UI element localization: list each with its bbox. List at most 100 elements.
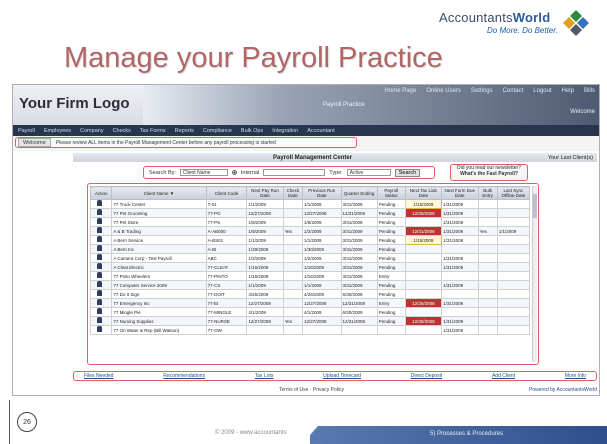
last-clients-link[interactable]: Your Last Client(s) bbox=[548, 155, 593, 161]
menu-item[interactable]: Company bbox=[80, 128, 104, 134]
row-action-cell[interactable] bbox=[89, 217, 113, 227]
menu-item[interactable]: Payroll bbox=[18, 128, 35, 134]
edit-client-icon[interactable] bbox=[97, 209, 102, 215]
row-action-cell[interactable] bbox=[89, 262, 113, 272]
footer-link[interactable]: Recommendations bbox=[163, 373, 205, 379]
row-action-cell[interactable] bbox=[89, 298, 113, 308]
header-link[interactable]: Home Page bbox=[385, 88, 417, 94]
edit-client-icon[interactable] bbox=[97, 200, 102, 206]
row-action-cell[interactable] bbox=[89, 307, 113, 317]
table-cell bbox=[496, 235, 531, 245]
table-row: 77 Pet Grooming 77-PG 12/27/2008 12/27/2008… bbox=[89, 208, 531, 218]
table-cell[interactable]: 77 Computer Service 2009 bbox=[111, 280, 207, 290]
search-input[interactable] bbox=[263, 169, 326, 176]
table-cell[interactable]: A & B Trading bbox=[111, 226, 207, 236]
edit-client-icon[interactable] bbox=[97, 272, 102, 278]
column-header[interactable]: Bulk Entry bbox=[477, 186, 498, 200]
row-action-cell[interactable] bbox=[89, 226, 113, 236]
table-cell[interactable]: 77 Truck Center bbox=[111, 199, 207, 209]
column-header[interactable]: Next Pay Run Date bbox=[246, 186, 284, 200]
footer-link[interactable]: Files Needed bbox=[84, 373, 113, 379]
type-select[interactable]: Active bbox=[346, 169, 391, 176]
edit-client-icon[interactable] bbox=[97, 236, 102, 242]
menu-item[interactable]: Accountant bbox=[307, 128, 335, 134]
edit-client-icon[interactable] bbox=[97, 218, 102, 224]
table-cell: 1/31/2009 bbox=[441, 235, 479, 245]
grid-scrollbar[interactable] bbox=[532, 186, 537, 362]
edit-client-icon[interactable] bbox=[97, 308, 102, 314]
table-cell[interactable]: 77 Nursing Supplies bbox=[111, 316, 207, 326]
search-field-select[interactable]: Client Name bbox=[179, 169, 228, 176]
footer-link[interactable]: More Info bbox=[565, 373, 586, 379]
row-action-cell[interactable] bbox=[89, 244, 113, 254]
row-action-cell[interactable] bbox=[89, 271, 113, 281]
row-action-cell[interactable] bbox=[89, 199, 113, 209]
table-cell[interactable]: 77 Do It Sign bbox=[111, 289, 207, 299]
header-link[interactable]: Settings bbox=[471, 88, 493, 94]
row-action-cell[interactable] bbox=[89, 325, 113, 335]
column-header[interactable]: Last Sync Offline Date bbox=[496, 186, 531, 200]
powered-by[interactable]: Powered by AccountantsWorld bbox=[529, 387, 597, 393]
column-header[interactable]: Payroll Status bbox=[376, 186, 406, 200]
edit-client-icon[interactable] bbox=[97, 263, 102, 269]
table-cell[interactable]: 77 Mingle Pie bbox=[111, 307, 207, 317]
table-cell[interactable]: 77 On Water & Rep (Bill Watson) bbox=[111, 325, 207, 335]
row-action-cell[interactable] bbox=[89, 316, 113, 326]
menu-item[interactable]: Reports bbox=[175, 128, 194, 134]
edit-client-icon[interactable] bbox=[97, 254, 102, 260]
footer-link[interactable]: Add Client bbox=[492, 373, 515, 379]
menu-item[interactable]: Tax Forms bbox=[140, 128, 166, 134]
table-cell[interactable]: 77 Pet Grooming bbox=[111, 208, 207, 218]
table-cell: Entry bbox=[376, 298, 406, 308]
row-action-cell[interactable] bbox=[89, 289, 113, 299]
menu-item[interactable]: Compliance bbox=[203, 128, 232, 134]
table-cell: 1/1/2009 bbox=[246, 280, 284, 290]
edit-client-icon[interactable] bbox=[97, 281, 102, 287]
edit-client-icon[interactable] bbox=[97, 290, 102, 296]
newsletter-promo[interactable]: Did you read our newsletter? What's the … bbox=[450, 164, 528, 181]
edit-client-icon[interactable] bbox=[97, 326, 102, 332]
header-link[interactable]: Bills bbox=[584, 88, 595, 94]
table-cell[interactable]: A Camera Corp - Test Payroll bbox=[111, 253, 207, 263]
search-button[interactable]: Search bbox=[394, 168, 421, 177]
header-link[interactable]: Online Users bbox=[426, 88, 461, 94]
terms-links[interactable]: Terms of Use · Privacy Policy bbox=[279, 387, 344, 393]
internal-radio[interactable] bbox=[231, 170, 237, 175]
footer-link[interactable]: Direct Deposit bbox=[411, 373, 442, 379]
column-header[interactable]: Next Tax Liab Date bbox=[404, 186, 443, 200]
column-header[interactable]: Quarter Ending bbox=[340, 186, 378, 200]
header-link[interactable]: Help bbox=[562, 88, 574, 94]
footer-link[interactable]: Tax Lots bbox=[255, 373, 274, 379]
row-action-cell[interactable] bbox=[89, 235, 113, 245]
table-cell[interactable]: 77 Emergency Inc bbox=[111, 298, 207, 308]
table-cell[interactable]: A Bern Inc bbox=[111, 244, 207, 254]
scrollbar-thumb[interactable] bbox=[533, 194, 537, 218]
column-header[interactable]: Action bbox=[89, 186, 113, 200]
footer-link[interactable]: Upload Timecard bbox=[323, 373, 361, 379]
edit-client-icon[interactable] bbox=[97, 227, 102, 233]
brand-tagline: Do More. Do Better. bbox=[487, 26, 558, 35]
table-cell[interactable]: A Bern Service bbox=[111, 235, 207, 245]
menu-item[interactable]: Checks bbox=[113, 128, 131, 134]
menu-item[interactable]: Integration bbox=[272, 128, 298, 134]
edit-client-icon[interactable] bbox=[97, 317, 102, 323]
table-cell[interactable]: A Cleat Electric bbox=[111, 262, 207, 272]
column-header[interactable]: Client Name ▼ bbox=[111, 186, 207, 200]
row-action-cell[interactable] bbox=[89, 208, 113, 218]
column-header[interactable]: Previous Run Date bbox=[301, 186, 342, 200]
header-link[interactable]: Contact bbox=[503, 88, 524, 94]
menu-item[interactable]: Bulk Ops bbox=[241, 128, 263, 134]
row-action-cell[interactable] bbox=[89, 253, 113, 263]
row-action-cell[interactable] bbox=[89, 280, 113, 290]
column-header[interactable]: Check Date bbox=[282, 186, 303, 200]
edit-client-icon[interactable] bbox=[97, 245, 102, 251]
column-header[interactable]: Client Code bbox=[205, 186, 248, 200]
table-cell[interactable]: 77 Pet Store bbox=[111, 217, 207, 227]
table-cell: 1/2/2009 bbox=[246, 253, 284, 263]
header-link[interactable]: Logout bbox=[533, 88, 551, 94]
edit-client-icon[interactable] bbox=[97, 299, 102, 305]
menu-item[interactable]: Employees bbox=[44, 128, 71, 134]
welcome-button[interactable]: Welcome bbox=[18, 138, 51, 147]
column-header[interactable]: Next Form Due Date bbox=[441, 186, 479, 200]
table-cell[interactable]: 77 Pinto Wheelers bbox=[111, 271, 207, 281]
